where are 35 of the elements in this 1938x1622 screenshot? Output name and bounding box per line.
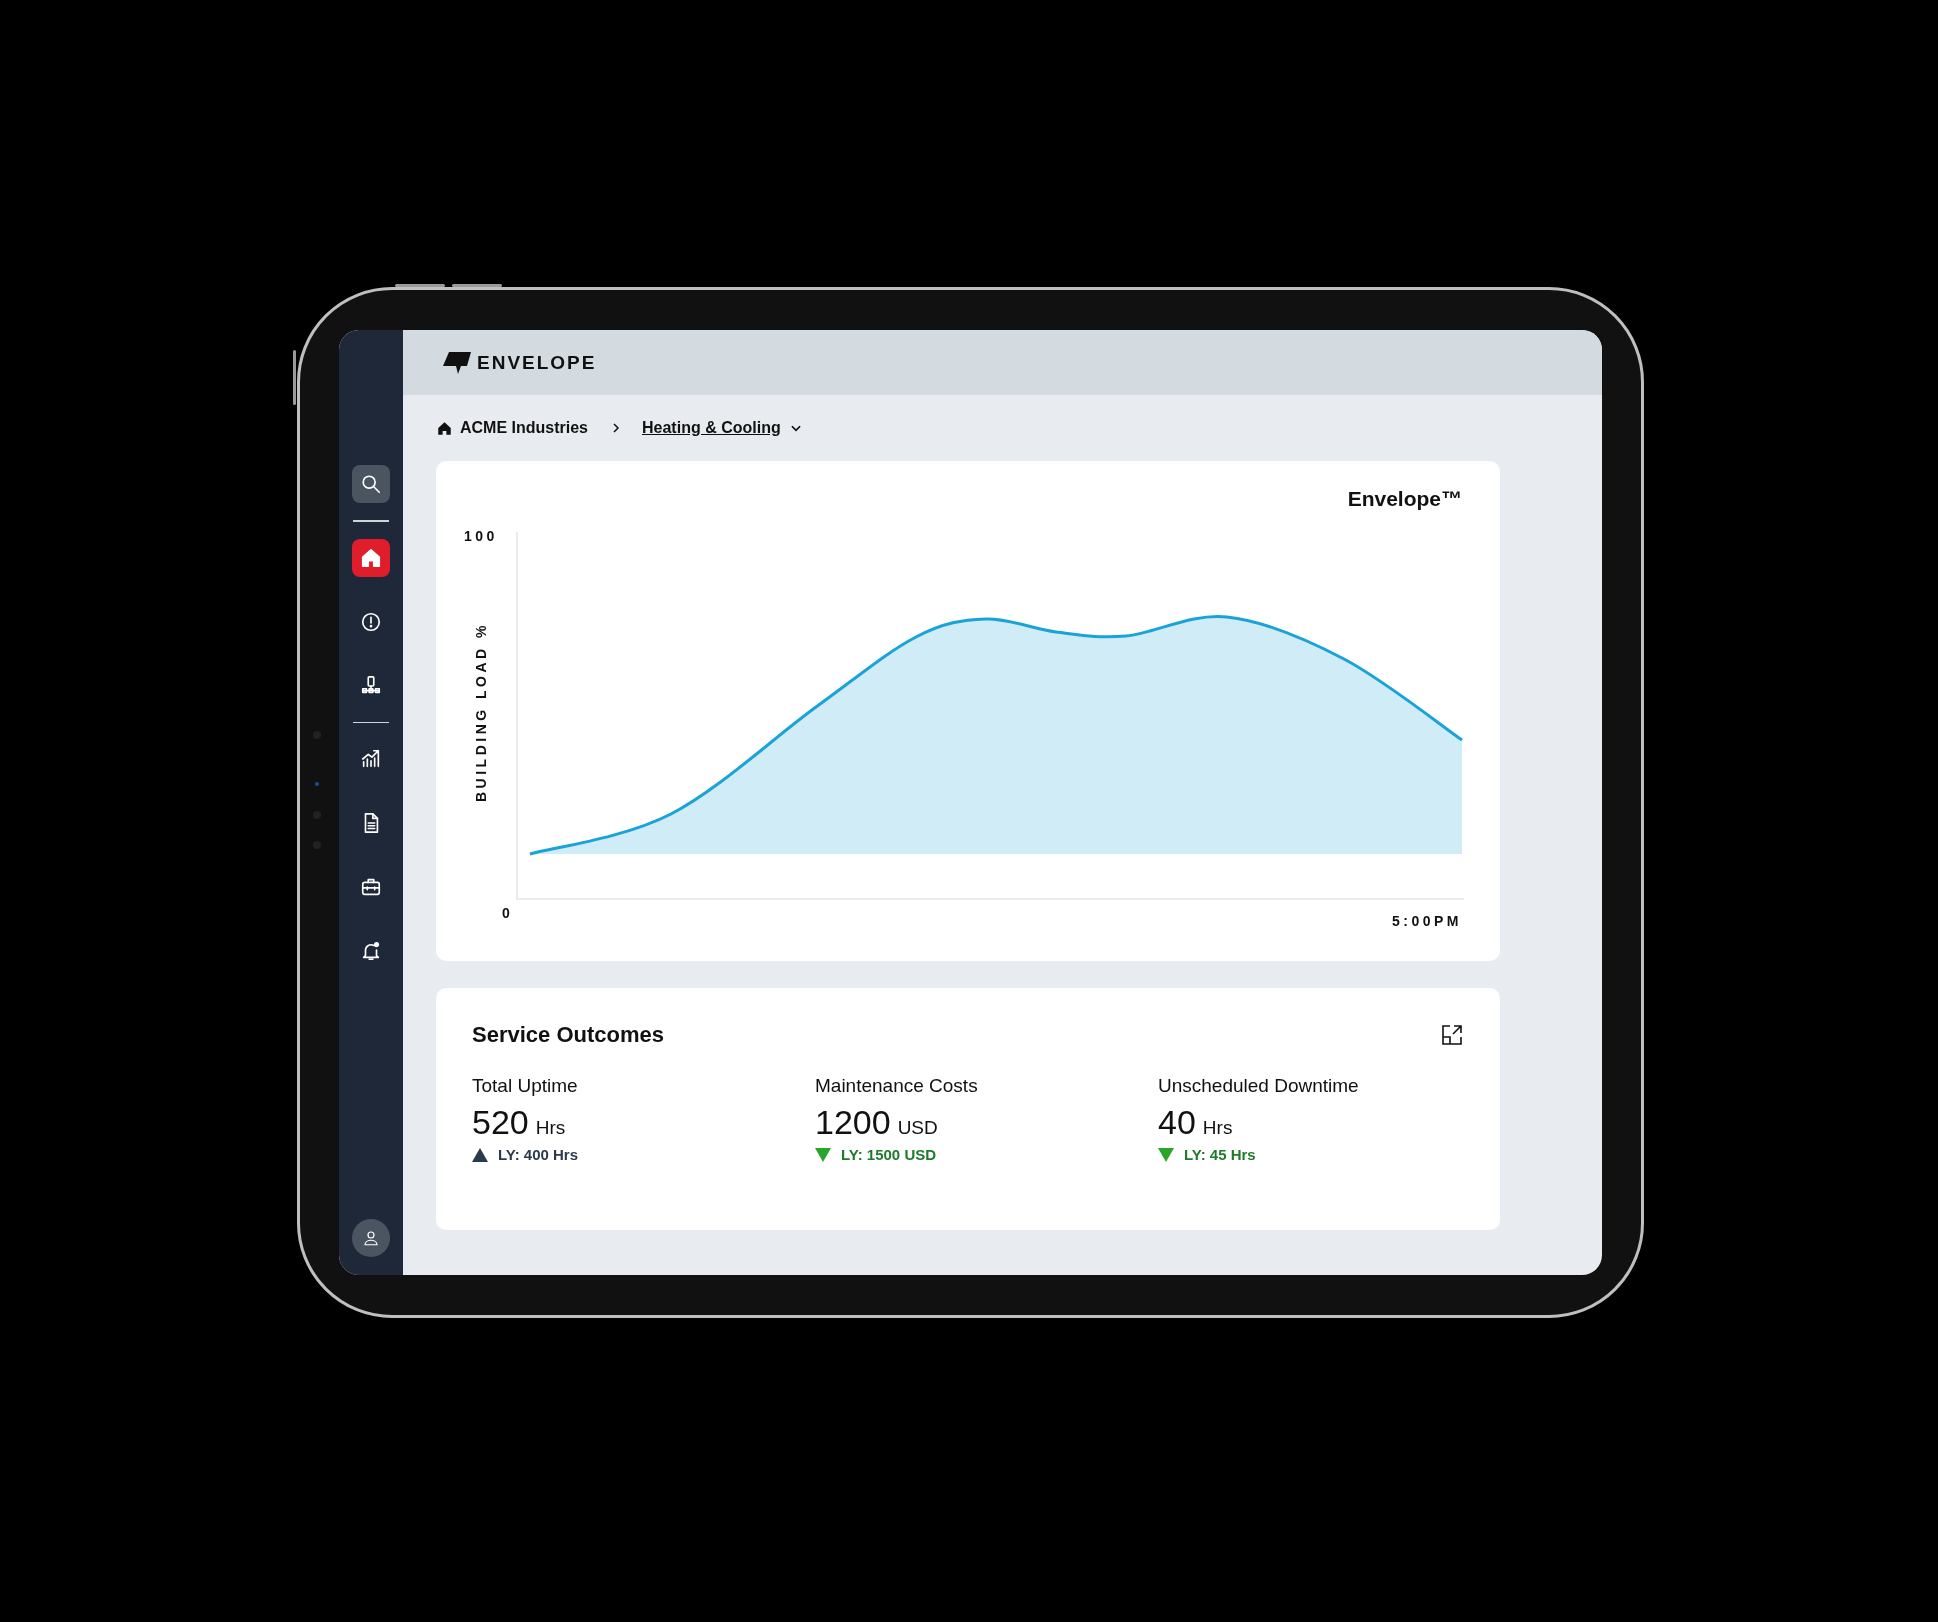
axis-tick-label: 5:00PM (1391, 913, 1462, 929)
comparison-text: LY: 1500 USD (841, 1146, 937, 1163)
briefcase-icon (360, 876, 382, 898)
metric-value: 40 (1158, 1103, 1196, 1142)
metric-label: Unscheduled Downtime (1158, 1075, 1360, 1097)
home-icon (437, 420, 452, 436)
bell-icon (360, 940, 382, 962)
metric-unit: USD (897, 1117, 938, 1139)
expand-icon[interactable] (1440, 1023, 1464, 1047)
comparison-text: LY: 45 Hrs (1184, 1146, 1256, 1163)
avatar-button[interactable] (352, 1219, 390, 1257)
home-icon (360, 546, 382, 569)
card-title: Service Outcomes (472, 1022, 664, 1048)
line-chart-icon (360, 748, 382, 770)
chart-title: Envelope™ (1346, 487, 1462, 511)
comparison-text: LY: 400 Hrs (498, 1146, 579, 1163)
axis-tick-label: 0 (502, 905, 514, 921)
sidebar-item[interactable] (352, 538, 390, 577)
search-button[interactable] (352, 465, 390, 503)
metric-label: Total Uptime (472, 1075, 579, 1097)
metric-unit: Hrs (1202, 1117, 1233, 1139)
breadcrumb-link[interactable]: ACME Industries (460, 419, 588, 437)
search-icon (360, 473, 382, 495)
metric-label: Maintenance Costs (815, 1075, 979, 1097)
metric-value: 1200 (815, 1103, 891, 1142)
user-icon (362, 1229, 380, 1247)
brand-name: ENVELOPE (477, 351, 597, 374)
axis-title: BUILDING LOAD % (473, 621, 489, 803)
metric-value: 520 (472, 1103, 529, 1142)
axis-tick-label: 100 (464, 528, 498, 544)
alert-icon (360, 610, 382, 633)
logo-icon (441, 349, 473, 376)
chevron-right-icon (610, 421, 622, 435)
metric-unit: Hrs (535, 1117, 566, 1139)
breadcrumb-link[interactable]: Heating & Cooling (642, 419, 781, 437)
